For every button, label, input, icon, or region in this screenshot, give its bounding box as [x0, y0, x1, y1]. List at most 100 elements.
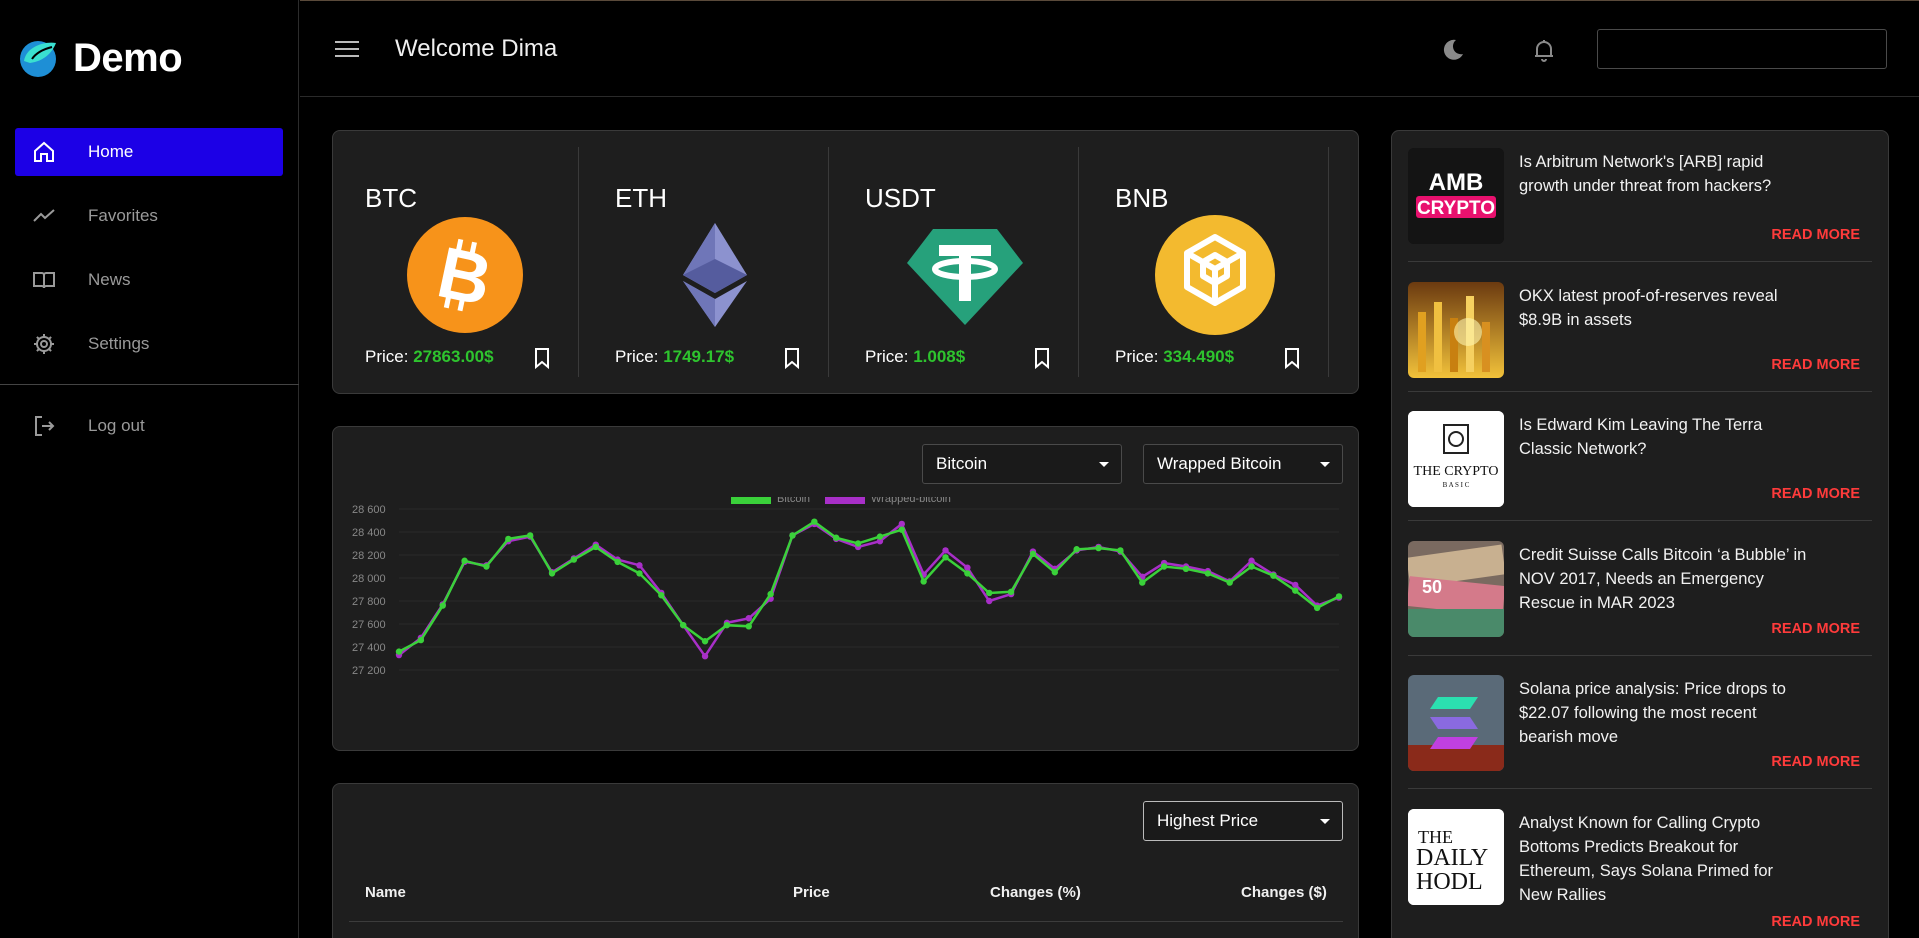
data-point[interactable] — [679, 621, 687, 629]
col-header-changes-pct[interactable]: Changes (%) — [990, 884, 1081, 901]
read-more-link[interactable]: READ MORE — [1771, 486, 1860, 502]
bookmark-icon[interactable] — [533, 347, 551, 369]
thumb-text: AMB — [1429, 169, 1484, 196]
bookmark-icon[interactable] — [1283, 347, 1301, 369]
col-header-price[interactable]: Price — [793, 884, 830, 901]
data-point[interactable] — [1248, 557, 1255, 564]
data-point[interactable] — [964, 564, 971, 571]
data-point[interactable] — [723, 621, 731, 629]
thumb-text: THE CRYPTO — [1414, 464, 1499, 479]
data-point[interactable] — [1073, 546, 1080, 553]
data-point[interactable] — [548, 570, 556, 577]
data-point[interactable] — [942, 554, 949, 561]
chevron-down-icon — [1099, 462, 1109, 467]
data-point[interactable] — [701, 653, 709, 660]
sort-select[interactable]: Highest Price — [1143, 801, 1343, 841]
read-more-link[interactable]: READ MORE — [1771, 754, 1860, 770]
legend-swatch[interactable] — [731, 497, 771, 504]
data-point[interactable] — [592, 543, 599, 551]
data-point[interactable] — [854, 540, 862, 547]
data-point[interactable] — [986, 589, 993, 597]
data-point[interactable] — [964, 570, 971, 577]
data-point[interactable] — [833, 534, 840, 541]
news-title[interactable]: OKX latest proof-of-reserves reveal $8.9… — [1519, 284, 1809, 332]
data-point[interactable] — [767, 590, 774, 598]
data-point[interactable] — [1335, 593, 1343, 600]
news-title[interactable]: Credit Suisse Calls Bitcoin ‘a Bubble’ i… — [1519, 543, 1809, 615]
news-title[interactable]: Analyst Known for Calling Crypto Bottoms… — [1519, 811, 1809, 907]
read-more-link[interactable]: READ MORE — [1771, 621, 1860, 637]
data-point[interactable] — [505, 535, 512, 543]
data-point[interactable] — [1248, 563, 1255, 570]
news-title[interactable]: Is Arbitrum Network's [ARB] rapid growth… — [1519, 150, 1809, 198]
coin-price: Price: 1749.17$ — [615, 347, 734, 367]
news-divider — [1408, 261, 1872, 262]
coin-select-b[interactable]: Wrapped Bitcoin — [1143, 444, 1343, 484]
data-point[interactable] — [1226, 579, 1233, 586]
data-point[interactable] — [942, 547, 949, 554]
coin-select-a[interactable]: Bitcoin — [922, 444, 1122, 484]
data-point[interactable] — [1029, 550, 1037, 558]
data-point[interactable] — [1051, 569, 1059, 576]
data-point[interactable] — [920, 578, 927, 585]
data-point[interactable] — [439, 602, 446, 609]
menu-icon[interactable] — [335, 39, 359, 59]
sidebar-item-settings[interactable]: Settings — [15, 320, 283, 368]
search-input[interactable] — [1597, 29, 1887, 69]
read-more-link[interactable]: READ MORE — [1771, 357, 1860, 373]
data-point[interactable] — [636, 562, 643, 569]
data-point[interactable] — [570, 556, 578, 563]
page-title: Welcome Dima — [395, 35, 558, 62]
data-point[interactable] — [1292, 587, 1299, 594]
data-point[interactable] — [898, 520, 905, 528]
data-point[interactable] — [1095, 544, 1102, 552]
moon-icon[interactable] — [1440, 37, 1466, 63]
data-point[interactable] — [745, 615, 752, 622]
data-point[interactable] — [1007, 588, 1015, 595]
data-point[interactable] — [898, 526, 905, 533]
sidebar-item-home[interactable]: Home — [15, 128, 283, 176]
brand[interactable]: Demo — [18, 36, 183, 81]
data-point[interactable] — [811, 518, 818, 525]
home-icon — [30, 138, 58, 166]
bookmark-icon[interactable] — [783, 347, 801, 369]
sidebar-item-favorites[interactable]: Favorites — [15, 192, 283, 240]
data-point[interactable] — [1117, 547, 1124, 554]
logout-button[interactable]: Log out — [15, 402, 283, 450]
data-point[interactable] — [636, 570, 643, 577]
coin-card-bnb[interactable]: BNB Price: 334.490$ — [1083, 147, 1333, 377]
coin-card-usdt[interactable]: USDT Price: 1.008$ — [833, 147, 1083, 377]
coin-card-btc[interactable]: BTC B Price: 27863.00$ — [333, 147, 583, 377]
data-point[interactable] — [986, 597, 993, 605]
data-point[interactable] — [1182, 565, 1190, 572]
bell-icon[interactable] — [1531, 37, 1557, 63]
data-point[interactable] — [1139, 579, 1146, 586]
col-header-name[interactable]: Name — [365, 884, 406, 901]
data-point[interactable] — [1292, 581, 1299, 589]
data-point[interactable] — [745, 623, 752, 630]
legend-swatch[interactable] — [825, 497, 865, 504]
news-title[interactable]: Is Edward Kim Leaving The Terra Classic … — [1519, 413, 1809, 461]
data-point[interactable] — [395, 648, 403, 655]
data-point[interactable] — [461, 557, 468, 564]
data-point[interactable] — [1160, 563, 1168, 570]
data-point[interactable] — [526, 532, 534, 539]
price-label: Price: — [615, 347, 664, 366]
news-title[interactable]: Solana price analysis: Price drops to $2… — [1519, 677, 1809, 749]
data-point[interactable] — [658, 592, 665, 599]
data-point[interactable] — [789, 532, 796, 539]
col-header-changes-usd[interactable]: Changes ($) — [1241, 884, 1327, 901]
data-point[interactable] — [417, 636, 425, 644]
data-point[interactable] — [701, 638, 709, 645]
read-more-link[interactable]: READ MORE — [1771, 914, 1860, 930]
data-point[interactable] — [1270, 572, 1277, 579]
data-point[interactable] — [614, 558, 621, 566]
coin-card-eth[interactable]: ETH Price: 1749.17$ — [583, 147, 833, 377]
read-more-link[interactable]: READ MORE — [1771, 227, 1860, 243]
sidebar-item-news[interactable]: News — [15, 256, 283, 304]
data-point[interactable] — [1204, 570, 1212, 577]
data-point[interactable] — [1313, 604, 1321, 612]
data-point[interactable] — [876, 533, 884, 540]
bookmark-icon[interactable] — [1033, 347, 1051, 369]
data-point[interactable] — [483, 563, 490, 570]
